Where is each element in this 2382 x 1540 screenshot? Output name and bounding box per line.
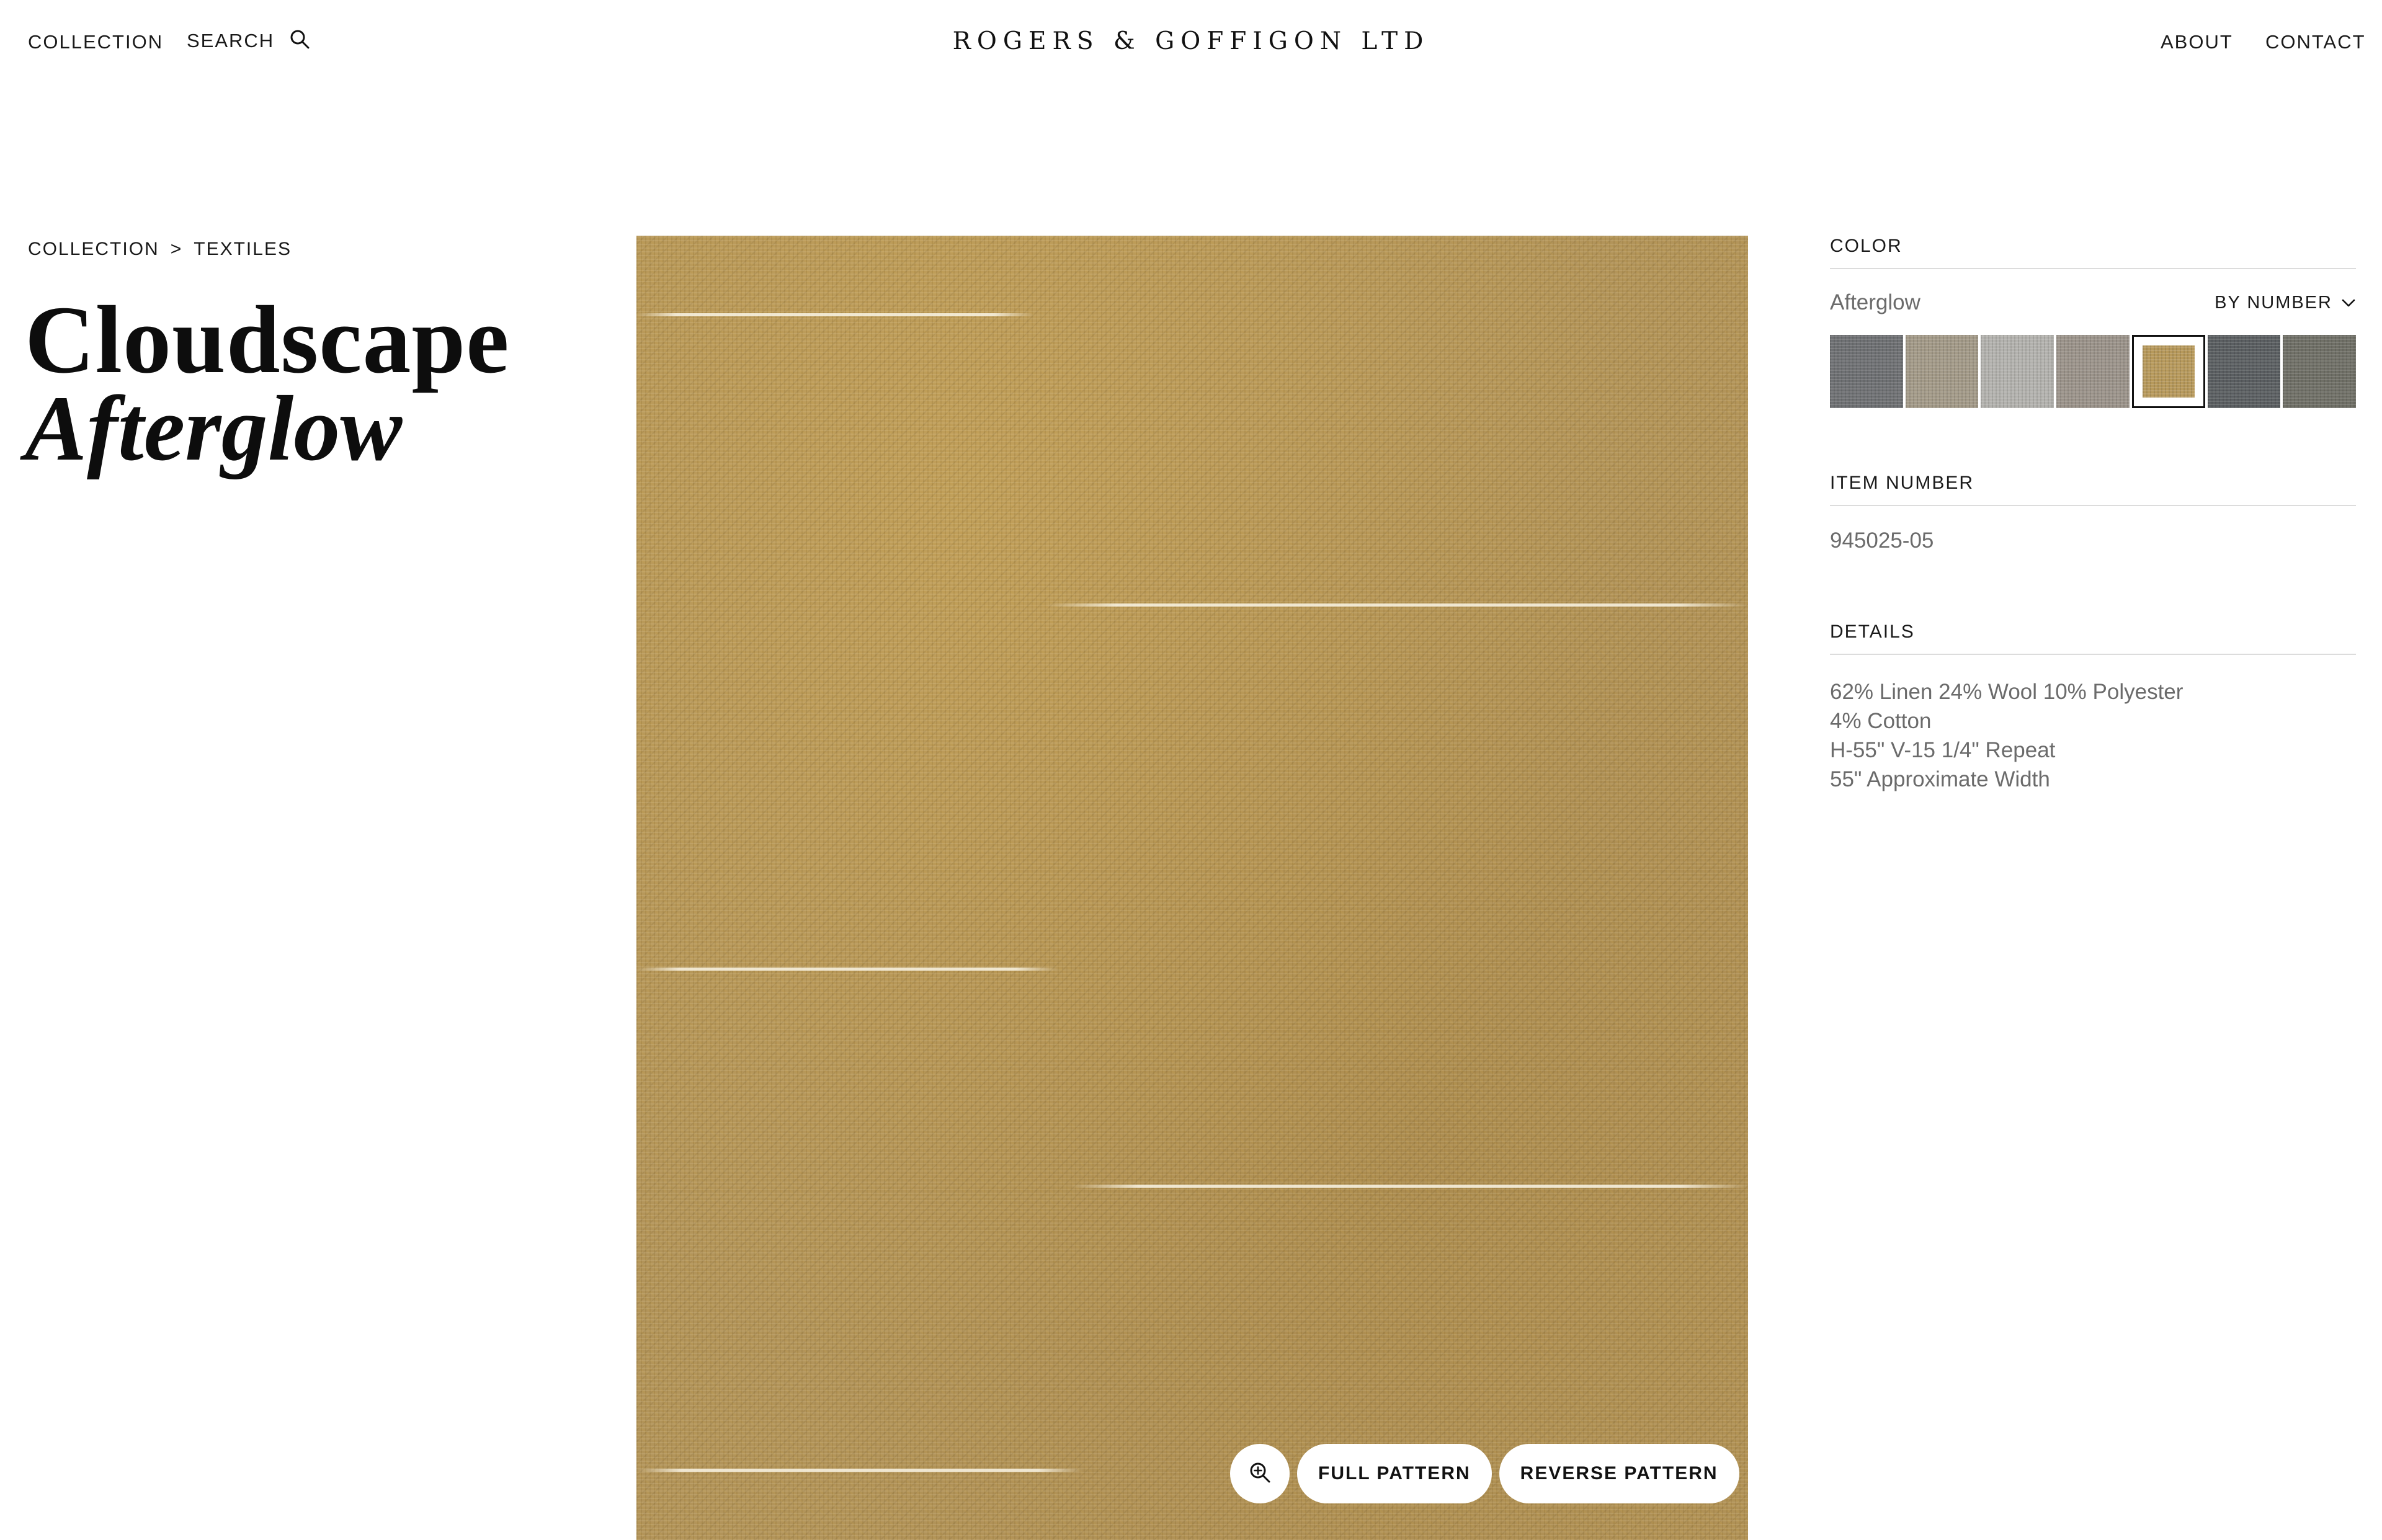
full-pattern-button[interactable]: FULL PATTERN xyxy=(1297,1444,1492,1503)
details-line: 62% Linen 24% Wool 10% Polyester xyxy=(1830,680,2184,704)
swatch-texture xyxy=(1981,335,2054,408)
color-section-label: COLOR xyxy=(1830,236,2356,269)
color-swatch[interactable] xyxy=(2056,335,2130,408)
swatch-texture xyxy=(2207,335,2281,408)
sort-label[interactable]: BY NUMBER xyxy=(2215,293,2332,313)
color-swatch[interactable] xyxy=(2283,335,2356,408)
fabric-slub-streak xyxy=(636,968,1058,971)
details-section: DETAILS 62% Linen 24% Wool 10% Polyester… xyxy=(1830,621,2356,794)
product-page: COLLECTION SEARCH ROGERS & GOFFIGON LTD … xyxy=(0,0,2382,1540)
nav-contact[interactable]: CONTACT xyxy=(2265,31,2366,53)
details-line: H-55" V-15 1/4" Repeat xyxy=(1830,738,2056,762)
product-colorway: Afterglow xyxy=(25,377,403,480)
color-swatch[interactable] xyxy=(2207,335,2281,408)
selected-color-name: Afterglow xyxy=(1830,290,1920,314)
swatch-texture xyxy=(2056,335,2130,408)
fabric-slub-streak xyxy=(1071,1185,1748,1188)
product-title: Cloudscape Afterglow xyxy=(25,286,510,480)
fabric-slub-streak xyxy=(636,1469,1083,1472)
breadcrumb-collection[interactable]: COLLECTION xyxy=(28,239,159,260)
color-swatch-selected[interactable] xyxy=(2131,335,2205,408)
chevron-down-icon[interactable] xyxy=(2341,293,2356,313)
details-list: 62% Linen 24% Wool 10% Polyester 4% Cott… xyxy=(1830,677,2356,794)
color-swatches xyxy=(1830,335,2356,408)
item-number-section: ITEM NUMBER 945025-05 xyxy=(1830,473,2356,553)
color-header-row: Afterglow BY NUMBER xyxy=(1830,290,2356,315)
fabric-slub-streak xyxy=(1046,603,1748,607)
site-header: COLLECTION SEARCH ROGERS & GOFFIGON LTD … xyxy=(0,0,2382,87)
swatch-texture xyxy=(2283,335,2356,408)
product-details-panel: COLOR Afterglow BY NUMBER ITEM NUMBER 94… xyxy=(1830,236,2356,794)
details-label: DETAILS xyxy=(1830,621,2356,655)
swatch-texture xyxy=(1830,335,1903,408)
zoom-in-icon[interactable] xyxy=(1248,1461,1272,1487)
item-number-label: ITEM NUMBER xyxy=(1830,473,2356,506)
item-number-value: 945025-05 xyxy=(1830,528,1934,553)
color-swatch[interactable] xyxy=(1830,335,1903,408)
details-line: 4% Cotton xyxy=(1830,709,1932,733)
fabric-slub-streak xyxy=(636,313,1033,316)
swatch-texture xyxy=(2142,345,2195,398)
product-name: Cloudscape xyxy=(25,286,510,393)
zoom-button[interactable] xyxy=(1230,1444,1290,1503)
color-swatch[interactable] xyxy=(1905,335,1979,408)
nav-about[interactable]: ABOUT xyxy=(2161,31,2233,53)
breadcrumb-separator: > xyxy=(170,239,183,259)
details-line: 55" Approximate Width xyxy=(1830,767,2050,791)
image-controls: FULL PATTERN REVERSE PATTERN xyxy=(1230,1444,1739,1503)
breadcrumb: COLLECTION > TEXTILES xyxy=(28,239,292,260)
reverse-pattern-button[interactable]: REVERSE PATTERN xyxy=(1499,1444,1739,1503)
color-swatch[interactable] xyxy=(1981,335,2054,408)
breadcrumb-textiles[interactable]: TEXTILES xyxy=(194,239,292,260)
sort-by-number-dropdown[interactable]: BY NUMBER xyxy=(2215,293,2356,313)
swatch-texture xyxy=(1905,335,1979,408)
brand-logo[interactable]: ROGERS & GOFFIGON LTD xyxy=(0,27,2382,55)
fabric-image[interactable] xyxy=(636,236,1748,1540)
